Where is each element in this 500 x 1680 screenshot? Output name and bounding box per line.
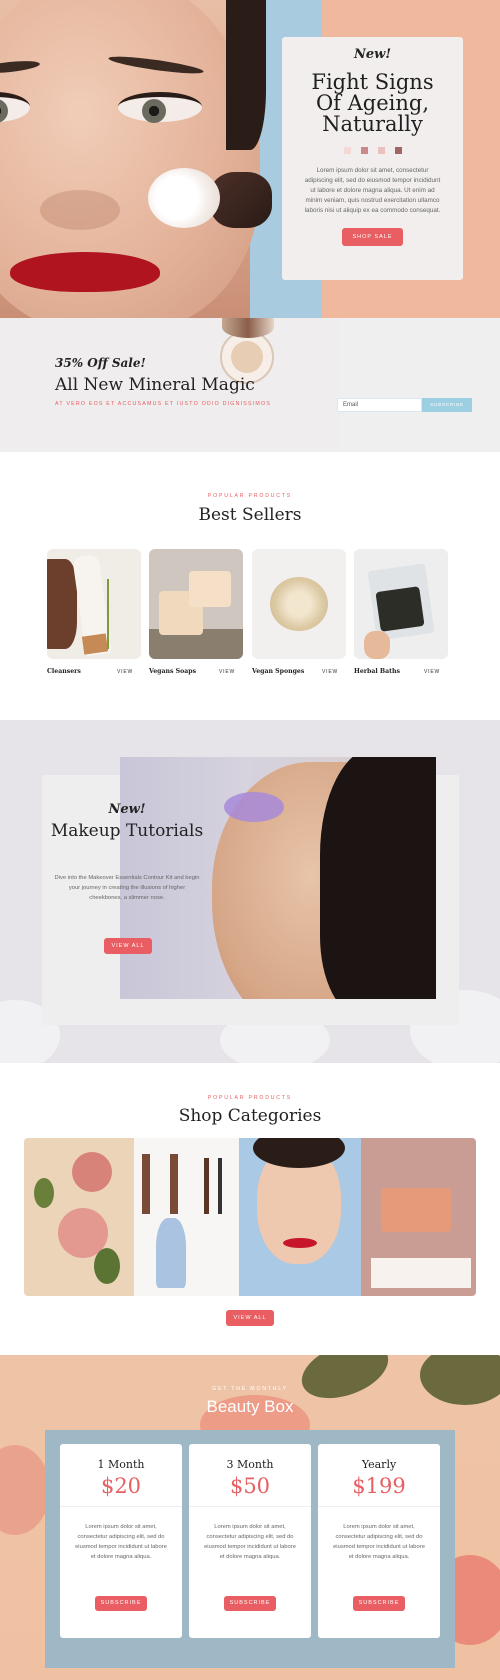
hero-title: Fight Signs Of Ageing, Naturally <box>311 70 434 136</box>
category-tile[interactable] <box>24 1138 134 1296</box>
plan-price: $50 <box>229 1474 271 1498</box>
plan-name: 1 Month <box>97 1458 145 1471</box>
tutorials-body: Dive into the Makeover Essentials Contou… <box>54 875 200 901</box>
subscribe-button[interactable]: SUBSCRIBE <box>353 1596 405 1611</box>
subscribe-button[interactable]: SUBSCRIBE <box>422 398 472 412</box>
email-input[interactable]: Email <box>337 398 422 412</box>
plan-price: $199 <box>352 1474 406 1498</box>
swatch[interactable] <box>343 147 351 154</box>
color-swatches <box>282 147 463 154</box>
subscribe-button[interactable]: SUBSCRIBE <box>224 1596 276 1611</box>
tutorials-title: Makeup Tutorials <box>50 821 204 841</box>
best-sellers-kicker: POPULAR PRODUCTS <box>207 493 293 499</box>
hero-card: New! Fight Signs Of Ageing, Naturally Lo… <box>282 37 463 280</box>
categories-kicker: POPULAR PRODUCTS <box>207 1095 293 1101</box>
product-view-link[interactable]: VIEW <box>219 669 235 675</box>
hero-photo <box>0 0 322 318</box>
subscribe-button[interactable]: SUBSCRIBE <box>95 1596 147 1611</box>
product-card[interactable]: Vegans Soaps VIEW <box>149 549 243 675</box>
swatch[interactable] <box>360 147 368 154</box>
plan-card: 1 Month $20 Lorem ipsum dolor sit amet, … <box>60 1444 182 1638</box>
product-image[interactable] <box>354 549 448 659</box>
plan-body: Lorem ipsum dolor sit amet, consectetur … <box>333 1524 425 1560</box>
product-view-link[interactable]: VIEW <box>322 669 338 675</box>
product-name: Herbal Baths <box>354 668 400 675</box>
view-all-categories-button[interactable]: VIEW ALL <box>226 1310 274 1326</box>
product-name: Vegan Sponges <box>252 668 305 675</box>
product-card[interactable]: Herbal Baths VIEW <box>354 549 448 675</box>
tutorials-section: New! Makeup Tutorials Dive into the Make… <box>0 720 500 1063</box>
swatch[interactable] <box>377 147 385 154</box>
product-name: Cleansers <box>47 668 81 675</box>
category-tile[interactable] <box>361 1138 476 1296</box>
category-gallery <box>24 1138 476 1296</box>
best-sellers-section: POPULAR PRODUCTS Best Sellers Cleansers … <box>0 452 500 720</box>
plan-body: Lorem ipsum dolor sit amet, consectetur … <box>75 1524 167 1560</box>
best-sellers-title: Best Sellers <box>198 505 302 525</box>
beauty-box-title: Beauty Box <box>206 1397 294 1416</box>
beauty-box-section: GET THE MONTHLY Beauty Box 1 Month $20 L… <box>0 1355 500 1680</box>
product-view-link[interactable]: VIEW <box>424 669 440 675</box>
hero-kicker: New! <box>353 47 392 62</box>
product-view-link[interactable]: VIEW <box>117 669 133 675</box>
promo-subtitle: AT VERO EOS ET ACCUSAMUS ET IUSTO ODIO D… <box>55 401 272 407</box>
plan-name: Yearly <box>361 1458 397 1471</box>
categories-title: Shop Categories <box>178 1106 322 1126</box>
hero-body: Lorem ipsum dolor sit amet, consectetur … <box>304 167 441 214</box>
product-image[interactable] <box>252 549 346 659</box>
shop-sale-button[interactable]: SHOP SALE <box>342 228 403 246</box>
categories-section: POPULAR PRODUCTS Shop Categories VIEW AL… <box>0 1063 500 1355</box>
promo-section: 35% Off Sale! All New Mineral Magic AT V… <box>0 318 500 452</box>
plan-name: 3 Month <box>226 1458 274 1471</box>
plan-card: Yearly $199 Lorem ipsum dolor sit amet, … <box>318 1444 440 1638</box>
product-card[interactable]: Cleansers VIEW <box>47 549 141 675</box>
beauty-box-kicker: GET THE MONTHLY <box>212 1386 288 1392</box>
category-tile[interactable] <box>239 1138 361 1296</box>
product-image[interactable] <box>149 549 243 659</box>
product-name: Vegans Soaps <box>149 668 197 675</box>
tutorials-kicker: New! <box>108 802 146 817</box>
swatch[interactable] <box>394 147 402 154</box>
promo-title: All New Mineral Magic <box>55 375 255 395</box>
view-all-button[interactable]: VIEW ALL <box>104 938 152 954</box>
product-image[interactable] <box>47 549 141 659</box>
category-tile[interactable] <box>134 1138 239 1296</box>
plan-price: $20 <box>100 1474 142 1498</box>
plan-body: Lorem ipsum dolor sit amet, consectetur … <box>204 1524 296 1560</box>
promo-sale-label: 35% Off Sale! <box>55 356 146 370</box>
product-card[interactable]: Vegan Sponges VIEW <box>252 549 346 675</box>
plan-card: 3 Month $50 Lorem ipsum dolor sit amet, … <box>189 1444 311 1638</box>
hero-section: New! Fight Signs Of Ageing, Naturally Lo… <box>0 0 500 318</box>
